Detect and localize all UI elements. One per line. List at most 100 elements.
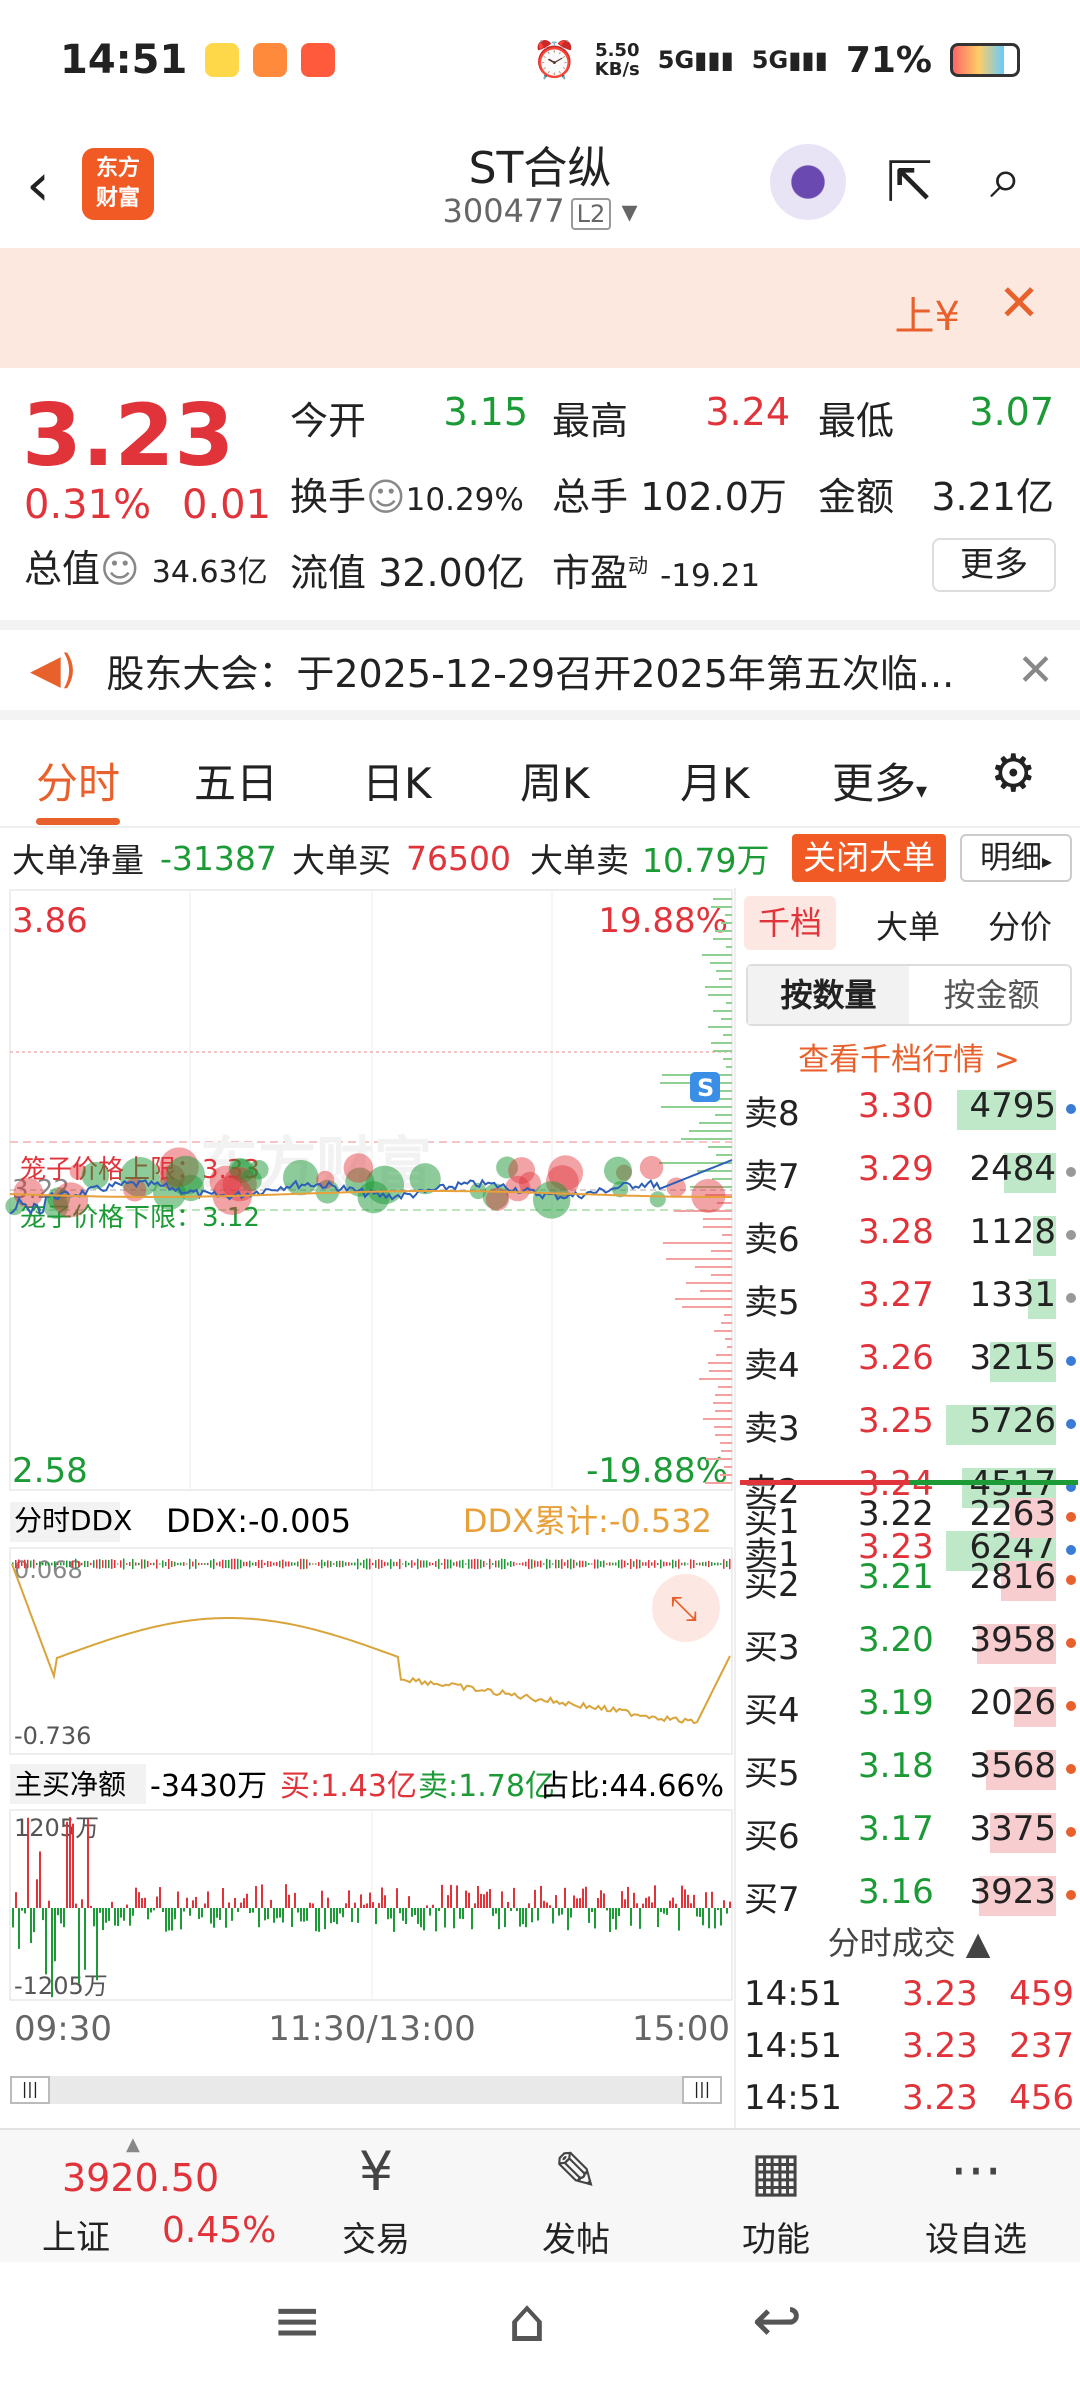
scroll-handle-right[interactable]: ||| xyxy=(682,2076,722,2104)
share-icon[interactable]: ⇱ xyxy=(886,150,933,215)
moneyflow-bar xyxy=(459,1908,461,1919)
ddx-bar xyxy=(27,1559,29,1569)
moneyflow-bar xyxy=(378,1903,380,1908)
bid-level[interactable]: 买5 3.18 3568 xyxy=(736,1746,1080,1794)
moneyflow-bar xyxy=(159,1887,161,1908)
bid-level[interactable]: 买2 3.21 2816 xyxy=(736,1557,1080,1605)
moneyflow-bar xyxy=(222,1887,224,1908)
depth-bar xyxy=(723,1058,732,1060)
moneyflow-bar xyxy=(594,1908,596,1929)
ddx-bar xyxy=(726,1560,728,1568)
moneyflow-bar xyxy=(585,1886,587,1908)
ddx-bar xyxy=(588,1563,590,1565)
ddx-bar xyxy=(330,1561,332,1567)
more-button[interactable]: 更多 xyxy=(932,538,1056,592)
close-icon[interactable]: ✕ xyxy=(1017,645,1054,696)
ddx-bar xyxy=(567,1559,569,1569)
moneyflow-bar xyxy=(720,1908,722,1926)
bid-level[interactable]: 买3 3.20 3958 xyxy=(736,1620,1080,1668)
ddx-bar xyxy=(678,1559,680,1569)
ddx-bar xyxy=(63,1562,65,1566)
bid-level[interactable]: 买6 3.17 3375 xyxy=(736,1809,1080,1857)
ddx-bar xyxy=(69,1560,71,1568)
moneyflow-bar xyxy=(249,1908,251,1914)
moneyflow-bar xyxy=(300,1908,302,1922)
moneyflow-bar xyxy=(192,1900,194,1908)
promo-banner[interactable]: 上¥ ✕ xyxy=(0,248,1080,368)
moneyflow-bar xyxy=(12,1908,14,1928)
ddx-bar xyxy=(531,1559,533,1569)
detail-button[interactable]: 明细▸ xyxy=(960,834,1072,882)
depth-bar xyxy=(709,1370,732,1372)
level-label: 买6 xyxy=(744,1817,800,1857)
depth-bar xyxy=(715,930,732,932)
chart-scrollbar[interactable]: ||| ||| xyxy=(10,2076,722,2104)
bid-level[interactable]: 买1 3.22 2263 xyxy=(736,1494,1080,1542)
back-nav-icon[interactable]: ↩ xyxy=(752,2286,802,2356)
tab-monthly-k[interactable]: 月K xyxy=(680,750,750,811)
nav-add-watchlist[interactable]: ··· 设自选 xyxy=(906,2140,1046,2261)
gear-icon[interactable]: ⚙ xyxy=(990,744,1037,804)
nav-functions[interactable]: ▦ 功能 xyxy=(706,2140,846,2261)
moneyflow-bar xyxy=(81,1899,83,1908)
close-icon[interactable]: ✕ xyxy=(998,274,1040,332)
trades-header[interactable]: 分时成交 ▲ xyxy=(736,1918,1080,1964)
moneyflow-bar xyxy=(513,1887,515,1908)
ddx-bar xyxy=(660,1559,662,1569)
moneyflow-bar xyxy=(150,1908,152,1913)
ddx-bar xyxy=(282,1559,284,1569)
moneyflow-bar xyxy=(468,1892,470,1908)
bid-level[interactable]: 买7 3.16 3923 xyxy=(736,1872,1080,1918)
tab-daily-k[interactable]: 日K xyxy=(362,750,432,811)
scroll-handle-left[interactable]: ||| xyxy=(10,2076,50,2104)
clock: 14:51 xyxy=(60,37,188,83)
depth-bar xyxy=(713,1402,732,1404)
moneyflow-bar xyxy=(462,1908,464,1920)
moneyflow-bar xyxy=(480,1893,482,1908)
assistant-avatar[interactable] xyxy=(770,144,846,220)
tab-intraday[interactable]: 分时 xyxy=(36,750,120,811)
tab-more[interactable]: 更多▾ xyxy=(832,750,927,811)
depth-bar xyxy=(720,1090,732,1092)
ddx-bar xyxy=(687,1563,689,1565)
home-icon[interactable]: ⌂ xyxy=(508,2286,546,2356)
ddx-bar xyxy=(543,1563,545,1565)
moneyflow-bar xyxy=(339,1908,341,1914)
moneyflow-bar xyxy=(108,1908,110,1921)
tab-weekly-k[interactable]: 周K xyxy=(520,750,590,811)
moneyflow-bar xyxy=(156,1896,158,1908)
ddx-bar xyxy=(117,1563,119,1565)
moneyflow-bar xyxy=(516,1908,518,1911)
depth-bar xyxy=(700,1290,732,1292)
intraday-chart-area[interactable]: 3.86 2.58 19.88% -19.88% 3.22 东方财富 笼子价格上… xyxy=(0,888,734,2128)
moneyflow-bar xyxy=(531,1908,533,1923)
ddx-bar xyxy=(57,1562,59,1566)
ddx-bar xyxy=(378,1559,380,1569)
ddx-bar xyxy=(192,1561,194,1567)
menu-icon[interactable]: ≡ xyxy=(272,2286,322,2356)
tab-five-day[interactable]: 五日 xyxy=(194,750,278,811)
nav-post[interactable]: ✎ 发帖 xyxy=(506,2140,646,2261)
moneyflow-bar xyxy=(573,1895,575,1908)
index-change: 0.45% xyxy=(162,2210,277,2251)
search-icon[interactable]: ⌕ xyxy=(990,146,1021,212)
moneyflow-bar xyxy=(72,1823,74,1908)
ddx-bar xyxy=(381,1559,383,1569)
moneyflow-bar xyxy=(726,1908,728,1914)
moneyflow-bar xyxy=(591,1908,593,1912)
depth-bar xyxy=(702,954,732,956)
moneyflow-bar xyxy=(78,1908,80,1984)
moneyflow-bar xyxy=(279,1908,281,1918)
announcement-bar[interactable]: ◀) 股东大会：于2025-12-29召开2025年第五次临... ✕ xyxy=(0,620,1080,720)
order-bubble xyxy=(691,1178,726,1213)
moneyflow-bar xyxy=(135,1887,137,1908)
close-big-order-button[interactable]: 关闭大单 xyxy=(792,834,946,882)
level-label: 买4 xyxy=(744,1691,800,1731)
ddx-bar xyxy=(66,1560,68,1568)
volume: 总手 102.0万 xyxy=(552,475,787,519)
moneyflow-bar xyxy=(54,1908,56,1962)
nav-trade[interactable]: ¥ 交易 xyxy=(306,2140,446,2261)
ddx-bar xyxy=(546,1558,548,1570)
bid-level[interactable]: 买4 3.19 2026 xyxy=(736,1683,1080,1731)
moneyflow-bar xyxy=(69,1817,71,1908)
